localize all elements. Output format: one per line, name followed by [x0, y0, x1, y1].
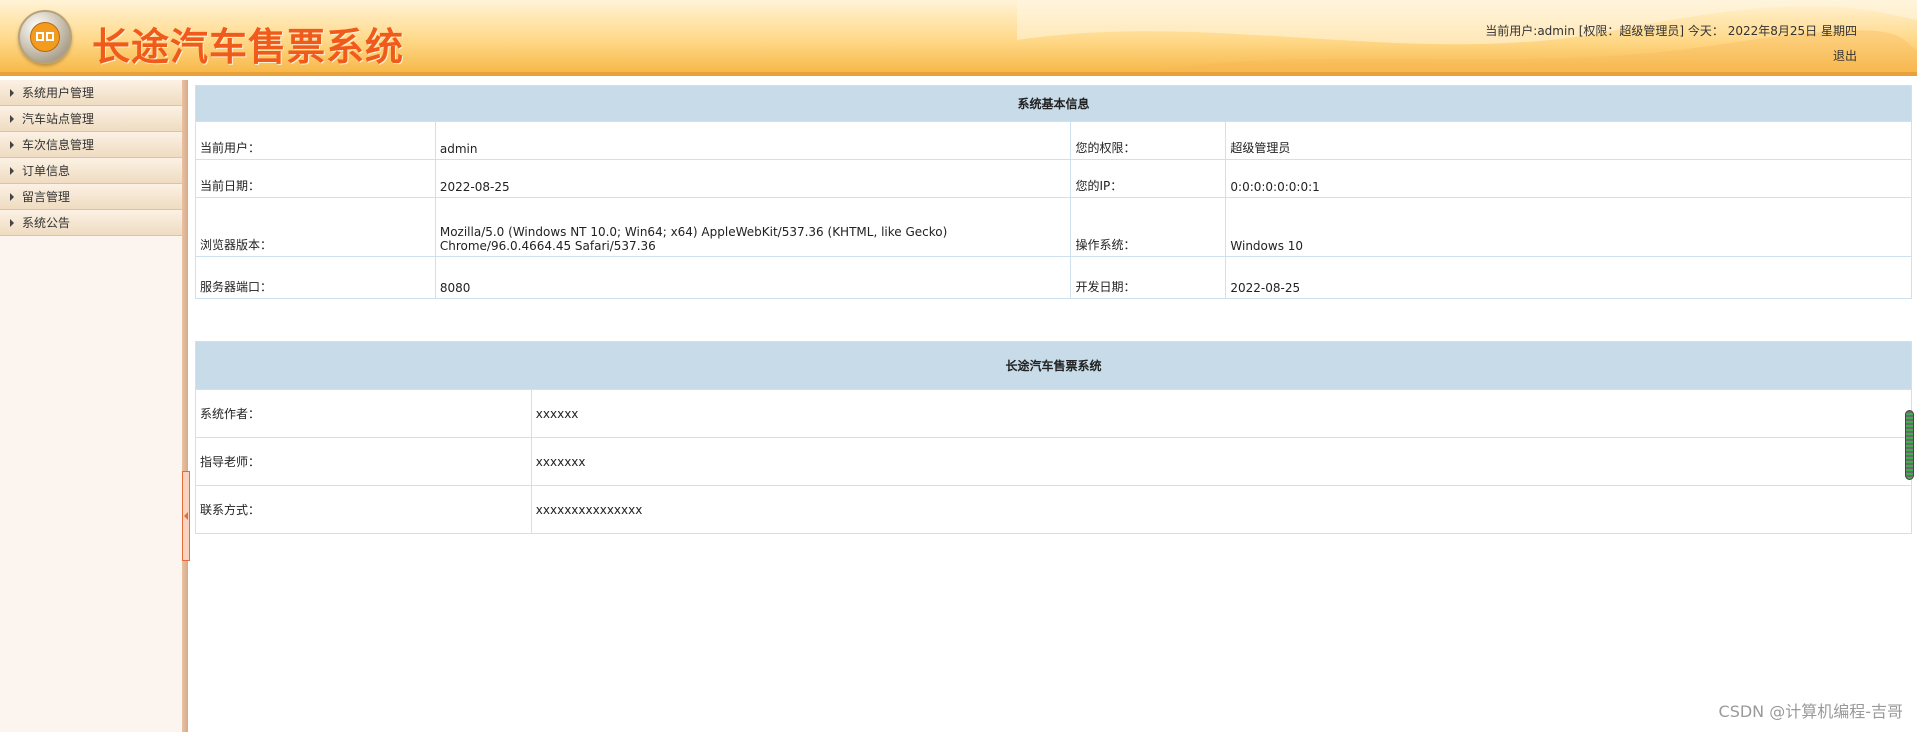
browser-value: Mozilla/5.0 (Windows NT 10.0; Win64; x64…: [434, 197, 1072, 257]
table-row: 当前日期： 2022-08-25 您的IP： 0:0:0:0:0:0:0:1: [195, 159, 1912, 198]
sidebar-item-label: 留言管理: [22, 190, 71, 204]
caret-right-icon: [10, 167, 14, 175]
table-row: 浏览器版本： Mozilla/5.0 (Windows NT 10.0; Win…: [195, 197, 1912, 257]
table-row: 系统作者： xxxxxx: [195, 389, 1913, 438]
caret-right-icon: [10, 219, 14, 227]
current-date-label: 当前日期：: [195, 159, 436, 198]
scrollbar-thumb[interactable]: [1905, 410, 1914, 480]
sidebar-item-station-management[interactable]: 汽车站点管理: [0, 106, 182, 132]
sidebar-item-user-management[interactable]: 系统用户管理: [0, 80, 182, 106]
sidebar-item-label: 订单信息: [22, 164, 71, 178]
author-value: xxxxxx: [530, 389, 1913, 438]
sidebar-item-messages[interactable]: 留言管理: [0, 184, 182, 210]
os-value: Windows 10: [1225, 197, 1912, 257]
caret-right-icon: [10, 193, 14, 201]
contact-label: 联系方式：: [195, 485, 532, 534]
dev-date-value: 2022-08-25: [1225, 256, 1912, 299]
system-info-title: 系统基本信息: [195, 85, 1912, 122]
sidebar-menu: 系统用户管理 汽车站点管理 车次信息管理 订单信息 留言管理 系统公告: [0, 80, 182, 732]
user-info-text: 当前用户:admin [权限：超级管理员] 今天： 2022年8月25日 星期四: [1485, 24, 1857, 38]
sidebar-collapse-handle[interactable]: [182, 471, 190, 561]
watermark-text: CSDN @计算机编程-吉哥: [1718, 702, 1903, 721]
sidebar-item-announcements[interactable]: 系统公告: [0, 210, 182, 236]
table-row: 指导老师： xxxxxxx: [195, 437, 1913, 486]
ip-value: 0:0:0:0:0:0:0:1: [1225, 159, 1912, 198]
header-bar: 长途汽车售票系统 当前用户:admin [权限：超级管理员] 今天： 2022年…: [0, 0, 1917, 76]
sidebar-divider: [182, 80, 188, 732]
permission-label: 您的权限：: [1070, 121, 1227, 160]
author-label: 系统作者：: [195, 389, 532, 438]
current-user-value: admin: [434, 121, 1072, 160]
browser-label: 浏览器版本：: [195, 197, 436, 257]
sidebar-item-orders[interactable]: 订单信息: [0, 158, 182, 184]
sidebar-item-label: 车次信息管理: [22, 138, 95, 152]
teacher-value: xxxxxxx: [530, 437, 1913, 486]
sidebar-item-label: 系统公告: [22, 216, 71, 230]
table-row: 当前用户： admin 您的权限： 超级管理员: [195, 121, 1912, 160]
permission-value: 超级管理员: [1225, 121, 1912, 160]
caret-right-icon: [10, 115, 14, 123]
current-date-value: 2022-08-25: [434, 159, 1072, 198]
table-row: 联系方式： xxxxxxxxxxxxxxx: [195, 485, 1913, 534]
contact-value: xxxxxxxxxxxxxxx: [530, 485, 1913, 534]
app-title: 长途汽车售票系统: [92, 24, 405, 69]
teacher-label: 指导老师：: [195, 437, 532, 486]
ip-label: 您的IP：: [1070, 159, 1227, 198]
table-row: 服务器端口： 8080 开发日期： 2022-08-25: [195, 256, 1912, 299]
current-user-label: 当前用户：: [195, 121, 436, 160]
app-logo-icon: [18, 10, 72, 64]
collapse-left-icon: [184, 512, 188, 520]
caret-right-icon: [10, 141, 14, 149]
system-info-table: 系统基本信息 当前用户： admin 您的权限： 超级管理员 当前日期： 202…: [195, 85, 1912, 299]
caret-right-icon: [10, 89, 14, 97]
about-table: 长途汽车售票系统 系统作者： xxxxxx 指导老师： xxxxxxx 联系方式…: [195, 341, 1913, 534]
dev-date-label: 开发日期：: [1070, 256, 1227, 299]
about-title: 长途汽车售票系统: [195, 341, 1912, 390]
sidebar-item-label: 系统用户管理: [22, 86, 95, 100]
main-content: 系统基本信息 当前用户： admin 您的权限： 超级管理员 当前日期： 202…: [195, 85, 1913, 534]
sidebar-item-label: 汽车站点管理: [22, 112, 95, 126]
os-label: 操作系统：: [1070, 197, 1227, 257]
port-label: 服务器端口：: [195, 256, 436, 299]
logout-link[interactable]: 退出: [1833, 47, 1857, 64]
port-value: 8080: [434, 256, 1072, 299]
sidebar-item-schedule-management[interactable]: 车次信息管理: [0, 132, 182, 158]
